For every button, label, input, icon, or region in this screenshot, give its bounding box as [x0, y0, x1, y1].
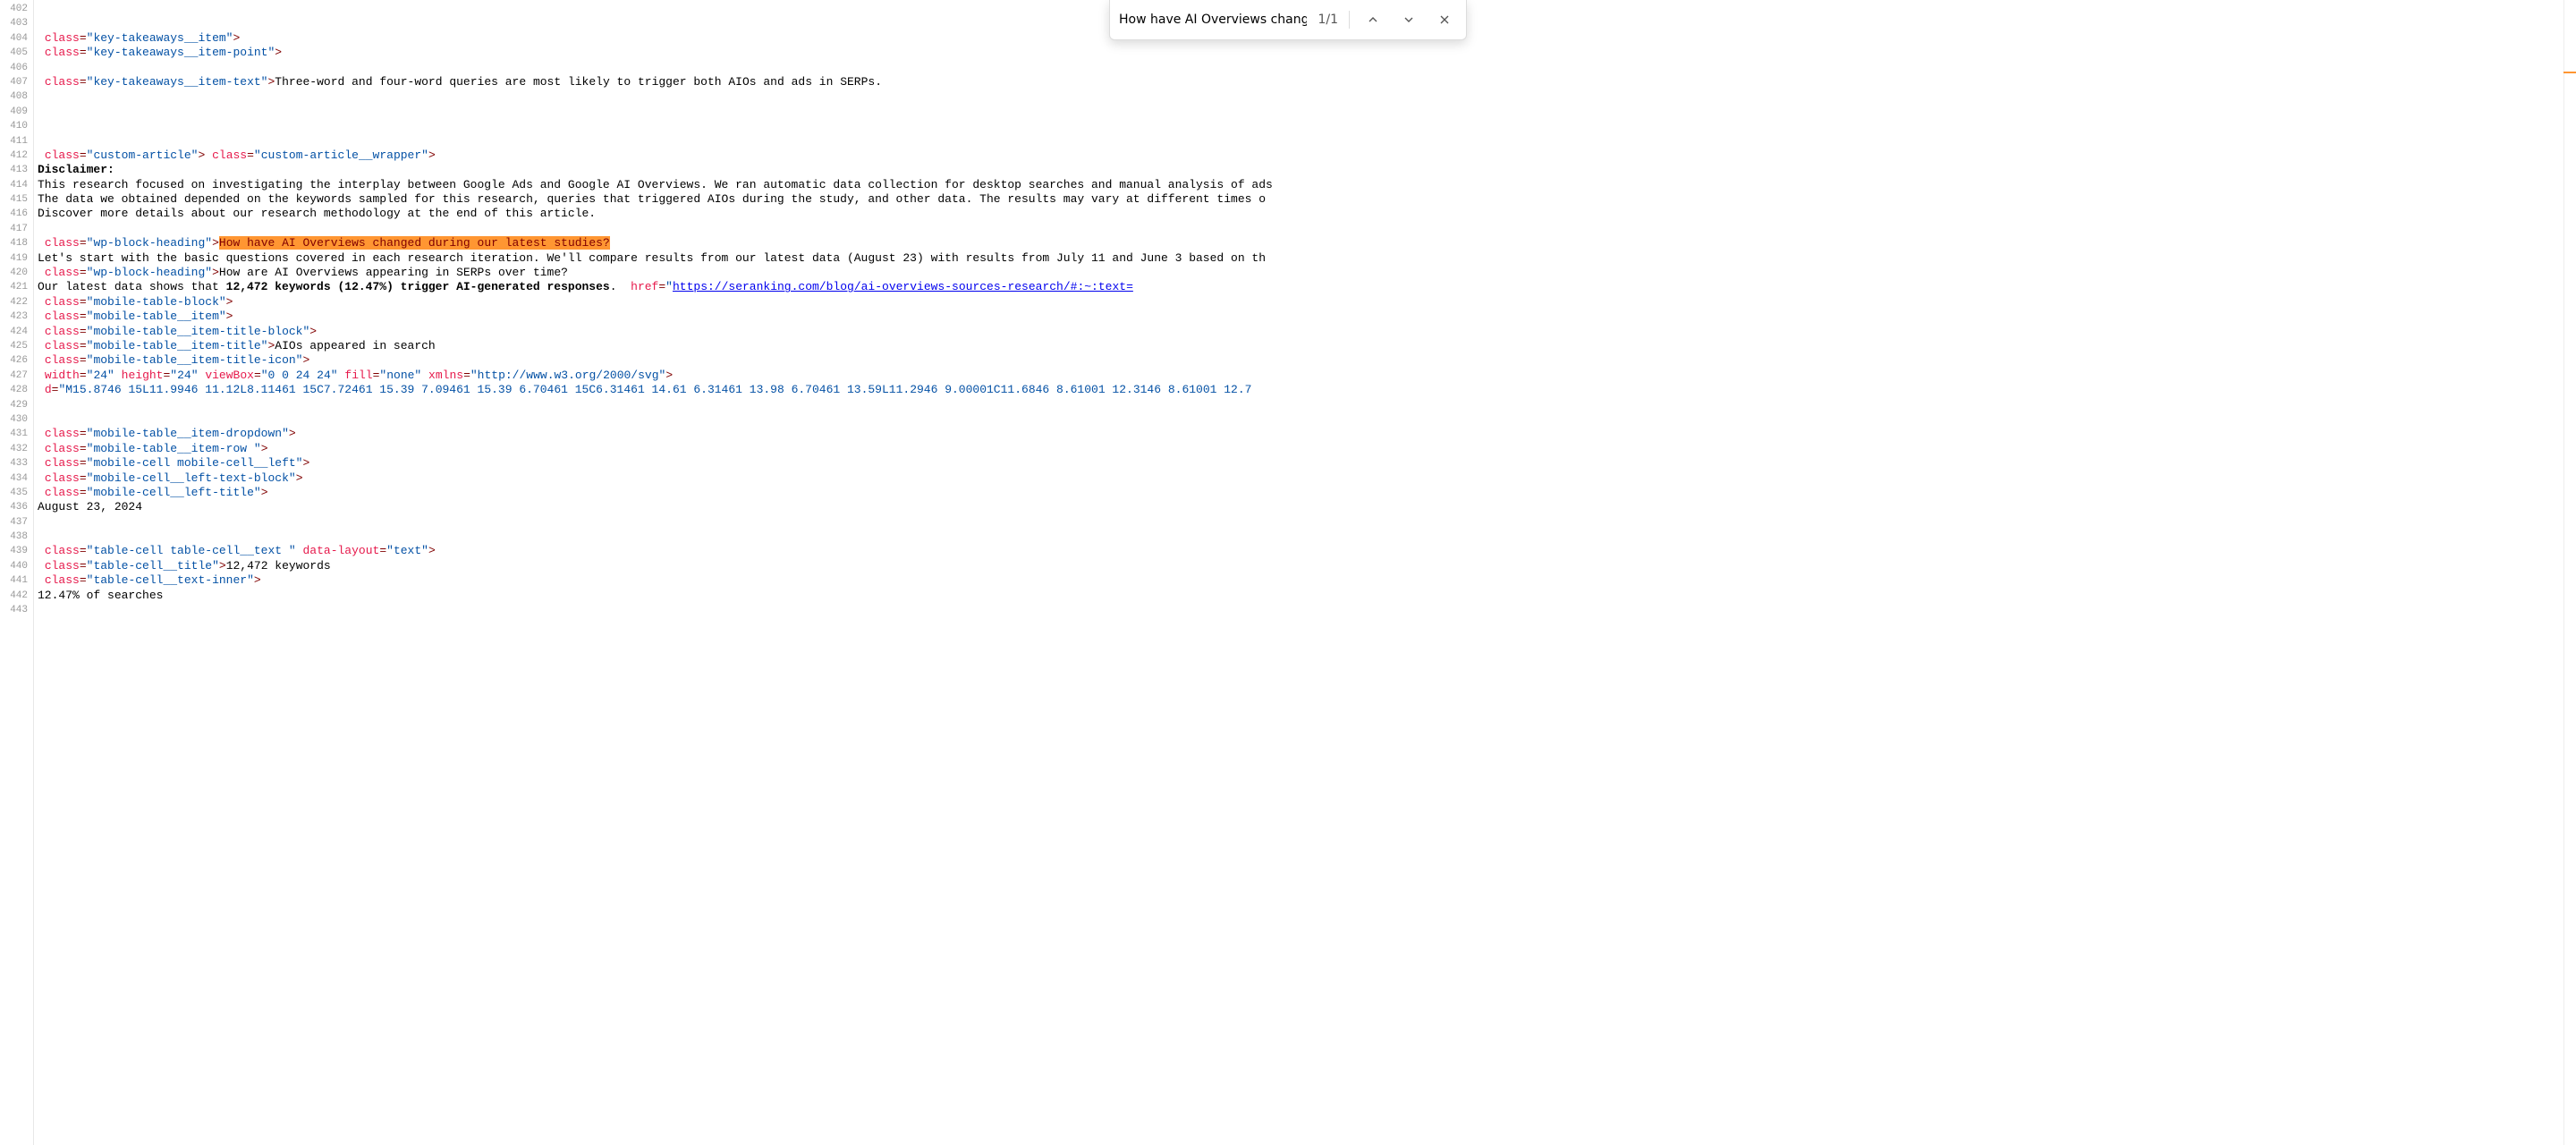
- code-editor: 4024034044054064074084094104114124134144…: [0, 0, 2576, 1145]
- find-bar: 1/1: [1109, 0, 1467, 40]
- find-next-button[interactable]: [1396, 7, 1421, 32]
- line-number-gutter: 4024034044054064074084094104114124134144…: [0, 0, 34, 1145]
- find-close-button[interactable]: [1432, 7, 1457, 32]
- find-count: 1/1: [1318, 13, 1338, 27]
- chevron-down-icon: [1402, 13, 1416, 27]
- find-input[interactable]: [1119, 13, 1307, 27]
- close-icon: [1437, 13, 1452, 27]
- minimap-highlight-marker: [2563, 72, 2576, 73]
- find-prev-button[interactable]: [1360, 7, 1385, 32]
- minimap[interactable]: [2563, 0, 2576, 1145]
- code-content[interactable]: class="key-takeaways__item"> class="key-…: [34, 0, 2563, 1145]
- chevron-up-icon: [1366, 13, 1380, 27]
- separator: [1349, 11, 1350, 29]
